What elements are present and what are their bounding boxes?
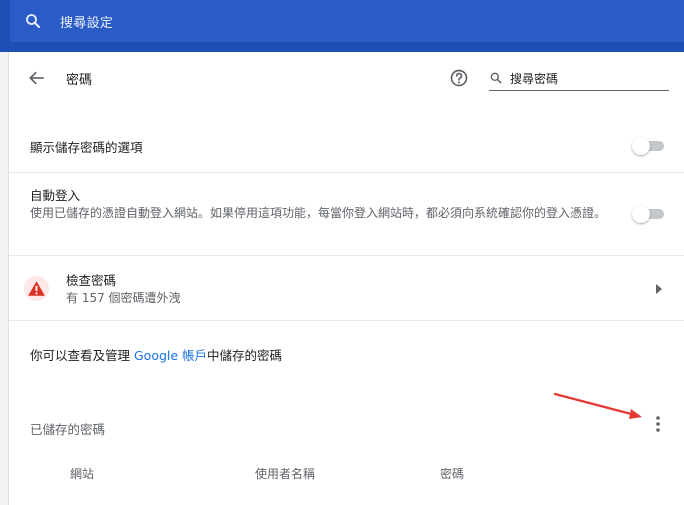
password-search-placeholder: 搜尋密碼 <box>510 72 559 86</box>
chevron-right-icon <box>656 284 662 294</box>
help-circle-icon[interactable] <box>449 68 469 88</box>
auto-signin-label: 自動登入 <box>30 188 81 203</box>
show-save-option-row: 顯示儲存密碼的選項 <box>9 119 684 172</box>
column-header-website: 網站 <box>70 467 95 481</box>
show-save-option-label: 顯示儲存密碼的選項 <box>30 140 143 155</box>
password-search-input[interactable]: 搜尋密碼 <box>489 66 669 91</box>
check-passwords-row[interactable]: 檢查密碼 有 157 個密碼遭外洩 <box>9 255 684 320</box>
auto-signin-description: 使用已儲存的憑證自動登入網站。如果停用這項功能，每當你登入網站時，都必須向系統確… <box>30 206 607 220</box>
google-account-info: 你可以查看及管理 Google 帳戶中儲存的密碼 <box>30 345 282 364</box>
arrow-left-icon[interactable] <box>27 68 47 88</box>
divider <box>9 320 684 321</box>
column-header-username: 使用者名稱 <box>255 467 316 481</box>
show-save-option-toggle[interactable] <box>632 137 666 155</box>
warning-triangle-icon <box>28 281 45 296</box>
column-header-password: 密碼 <box>440 467 465 481</box>
passwords-card: 密碼 搜尋密碼 顯示儲存密碼的選項 自動登入 使用已儲存的憑證自動登入網站。如果… <box>9 52 684 505</box>
page-title: 密碼 <box>66 73 93 88</box>
auto-signin-row: 自動登入 使用已儲存的憑證自動登入網站。如果停用這項功能，每當你登入網站時，都必… <box>9 172 684 255</box>
google-account-link[interactable]: Google 帳戶 <box>134 348 207 363</box>
toggle-knob <box>632 205 650 223</box>
auto-signin-toggle[interactable] <box>632 205 666 223</box>
top-bar: 搜尋設定 <box>0 0 684 52</box>
more-vertical-icon[interactable] <box>650 414 666 434</box>
toggle-knob <box>632 137 650 155</box>
warning-badge <box>24 276 49 301</box>
settings-search-box[interactable]: 搜尋設定 <box>10 0 684 42</box>
info-prefix: 你可以查看及管理 <box>30 348 134 363</box>
search-icon <box>490 72 502 84</box>
saved-passwords-title: 已儲存的密碼 <box>30 422 106 437</box>
settings-search-placeholder: 搜尋設定 <box>60 15 114 31</box>
search-icon <box>26 14 40 28</box>
annotation-arrow <box>553 392 642 419</box>
check-passwords-label: 檢查密碼 <box>66 273 117 288</box>
passwords-header: 密碼 搜尋密碼 <box>9 52 684 104</box>
info-suffix: 中儲存的密碼 <box>207 348 283 363</box>
check-passwords-subtitle: 有 157 個密碼遭外洩 <box>66 291 181 305</box>
